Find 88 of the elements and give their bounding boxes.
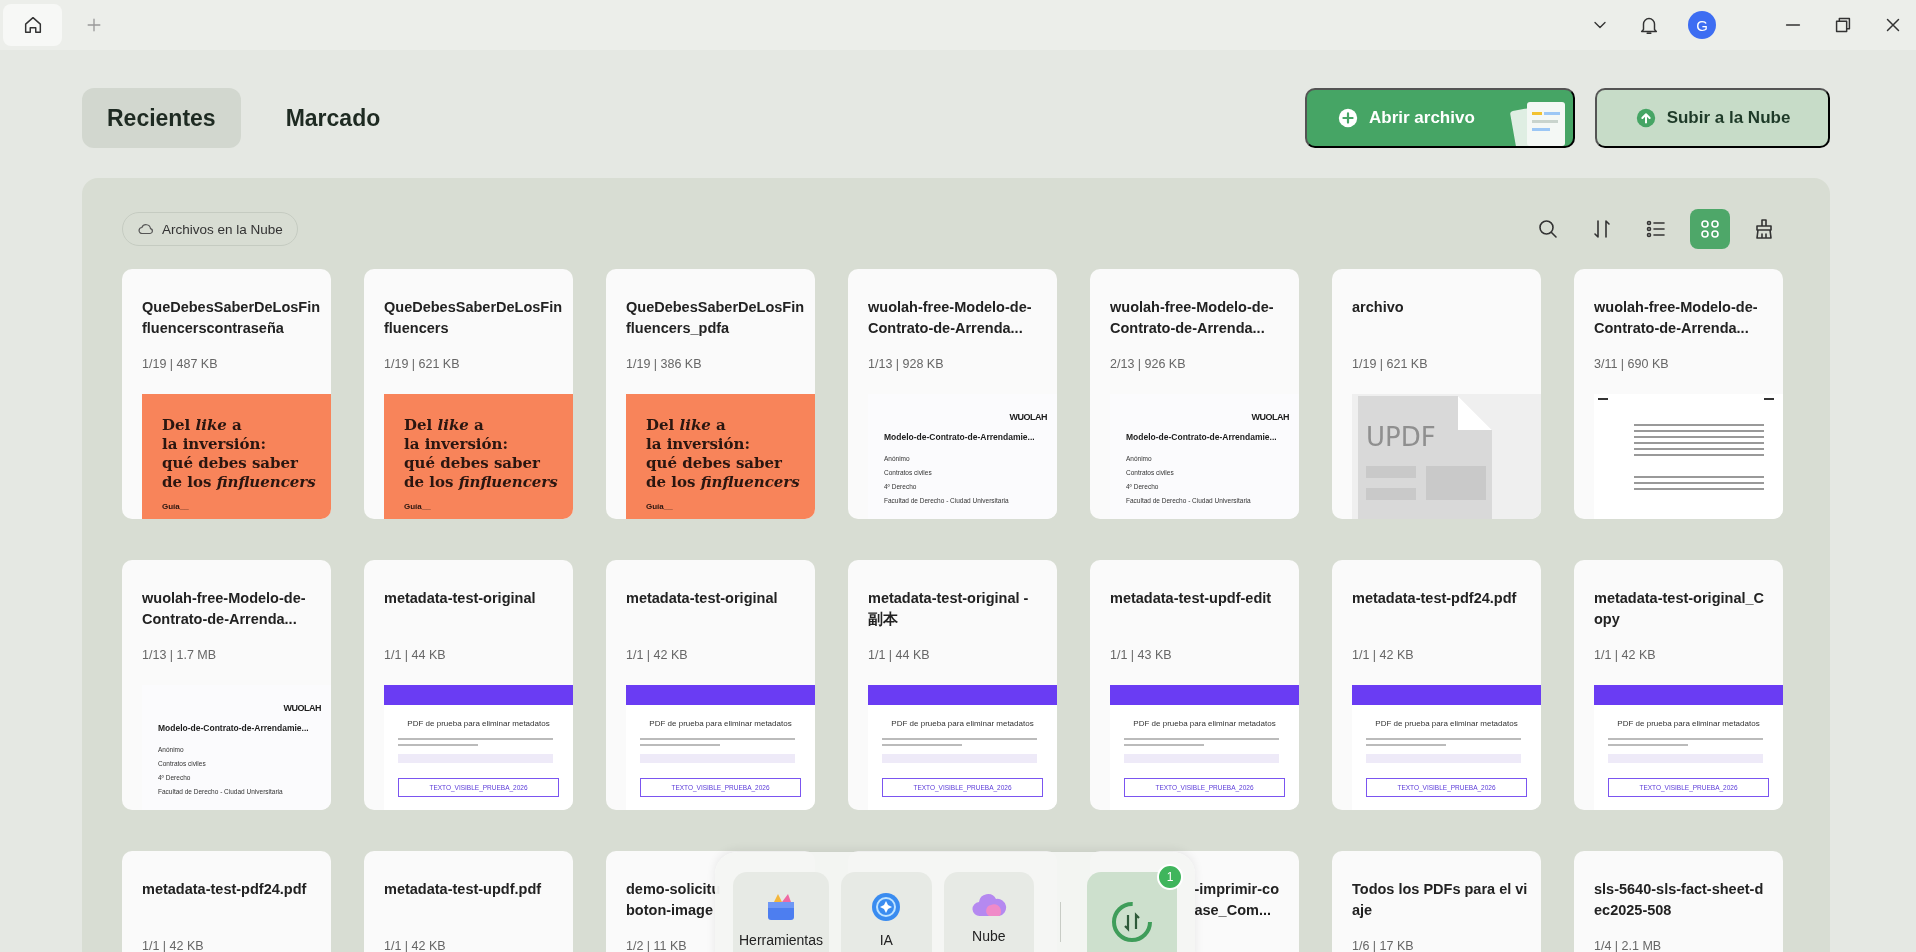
file-info: 1/1 | 42 KB [626, 648, 689, 664]
file-name: wuolah-free-Modelo-de- Contrato-de-Arrenda... [141, 589, 307, 629]
brand-logo-text: WUOLAH [1008, 412, 1047, 422]
file-name: QueDebesSaberDeLosFin fluencerscontraseña [141, 298, 322, 338]
file-card[interactable]: QueDebesSaberDeLosFin fluencers 1/19 | 621 KB Del like a la inversión: qué debes saber de los finfluencers Guía__ [364, 269, 573, 519]
cover-text: de los finfluencers [162, 473, 315, 492]
cover-text: de los finfluencers [646, 473, 799, 492]
grid-view-button[interactable] [1690, 209, 1730, 249]
file-name: QueDebesSaberDeLosFin fluencers_pdfa [625, 298, 806, 338]
file-name: wuolah-free-Modelo-de- Contrato-de-Arrenda... [1109, 298, 1275, 338]
brand-logo-text: WUOLAH [1250, 412, 1289, 422]
file-info: 1/1 | 44 KB [384, 648, 447, 664]
file-name: metadata-test-original [625, 589, 779, 608]
file-name: sls-5640-sls-fact-sheet-d ec2025-508 [1593, 880, 1765, 920]
file-name: Todos los PDFs para el vi aje [1351, 880, 1529, 920]
file-info: 1/1 | 43 KB [1110, 648, 1173, 664]
document-heading: PDF de prueba para eliminar metadatos [406, 719, 551, 728]
file-name: metadata-test-updf.pdf [383, 880, 543, 899]
file-info: 1/1 | 42 KB [1594, 648, 1657, 664]
file-info: 1/19 | 621 KB [1352, 357, 1429, 373]
cover-text: la inversión: [404, 435, 509, 454]
file-info: 1/1 | 44 KB [868, 648, 931, 664]
file-card[interactable]: sls-5640-sls-fact-sheet-d ec2025-508 1/4 | 2.1 MB [1574, 851, 1783, 952]
file-info: 1/1 | 42 KB [1352, 648, 1415, 664]
cover-text: Del like a [404, 416, 485, 435]
file-card[interactable]: QueDebesSaberDeLosFin fluencerscontraseña 1/19 | 487 KB Del like a la inversión: qué debes saber de los finfluencers Guía__ [122, 269, 331, 519]
cover-footer: Guía__ [646, 502, 799, 511]
document-heading: PDF de prueba para eliminar metadatos [1132, 719, 1277, 728]
document-heading: Modelo-de-Contrato-de-Arrendamie... [1126, 432, 1278, 443]
file-info: 3/11 | 690 KB [1594, 357, 1670, 373]
file-info: 2/13 | 926 KB [1110, 357, 1187, 373]
upload-cloud-button[interactable]: Subir a la Nube [1595, 88, 1830, 148]
file-name: QueDebesSaberDeLosFin fluencers [383, 298, 564, 338]
cover-text: la inversión: [646, 435, 751, 454]
file-info: 1/1 | 42 KB [142, 939, 205, 952]
home-tab[interactable] [3, 4, 62, 46]
file-info: 1/4 | 2.1 MB [1594, 939, 1663, 952]
file-card[interactable]: metadata-test-updf.pdf 1/1 | 42 KB [364, 851, 573, 952]
file-name: wuolah-free-Modelo-de- Contrato-de-Arrenda... [1593, 298, 1759, 338]
cover-text: de los finfluencers [404, 473, 557, 492]
cover-text: Del like a [162, 416, 243, 435]
file-card[interactable]: QueDebesSaberDeLosFin fluencers_pdfa 1/19 | 386 KB Del like a la inversión: qué debes saber de los finfluencers Guía__ [606, 269, 815, 519]
cloud-button[interactable]: Nube [943, 872, 1035, 952]
ai-button[interactable]: IA [841, 872, 932, 952]
view-tab[interactable]: Marcado [260, 88, 406, 148]
file-info: 1/13 | 928 KB [868, 357, 945, 373]
file-name: archivo [1351, 298, 1405, 317]
file-name: -imprimir-co ase_Com... [1194, 880, 1279, 920]
document-heading: Modelo-de-Contrato-de-Arrendamie... [158, 723, 310, 734]
file-card[interactable]: metadata-test-pdf24.pdf 1/1 | 42 KB [122, 851, 331, 952]
cover-text: qué debes saber [646, 454, 783, 473]
file-name: demo-solicitu boton-image [626, 880, 721, 920]
document-heading: PDF de prueba para eliminar metadatos [890, 719, 1035, 728]
cover-text: la inversión: [162, 435, 267, 454]
file-name: metadata-test-original_C opy [1593, 589, 1765, 629]
file-info: 1/6 | 17 KB [1352, 939, 1415, 952]
plus-circle-icon [1337, 107, 1359, 129]
brand-logo-text: WUOLAH [282, 703, 321, 713]
view-tab[interactable]: Recientes [82, 88, 241, 148]
cover-footer: Guía__ [404, 502, 557, 511]
file-info: 1/19 | 621 KB [384, 357, 461, 373]
file-info: 1/19 | 386 KB [626, 357, 703, 373]
grid-icon[interactable] [1698, 217, 1722, 241]
notification-badge: 1 [1157, 864, 1183, 890]
document-heading: PDF de prueba para eliminar metadatos [648, 719, 793, 728]
document-heading: PDF de prueba para eliminar metadatos [1374, 719, 1519, 728]
file-card[interactable]: archivo 1/19 | 621 KB UPDF [1332, 269, 1541, 519]
file-name: metadata-test-updf-edit [1109, 589, 1273, 608]
tools-button[interactable]: Herramientas [733, 872, 830, 952]
file-info: 1/13 | 1.7 MB [142, 648, 218, 664]
file-info: 1/19 | 487 KB [142, 357, 219, 373]
cover-text: qué debes saber [404, 454, 541, 473]
file-name: metadata-test-pdf24.pdf [1351, 589, 1518, 608]
document-heading: PDF de prueba para eliminar metadatos [1616, 719, 1761, 728]
file-info: 1/1 | 42 KB [384, 939, 447, 952]
cover-footer: Guía__ [162, 502, 315, 511]
cover-text: Del like a [646, 416, 727, 435]
file-name: metadata-test-original - 副本 [867, 589, 1030, 629]
cover-text: qué debes saber [162, 454, 299, 473]
document-heading: Modelo-de-Contrato-de-Arrendamie... [884, 432, 1036, 443]
file-card[interactable]: Todos los PDFs para el vi aje 1/6 | 17 KB [1332, 851, 1541, 952]
file-name: metadata-test-pdf24.pdf [141, 880, 308, 899]
user-avatar[interactable]: G [1688, 11, 1716, 39]
sync-icon [1109, 899, 1155, 945]
file-card[interactable]: wuolah-free-Modelo-de- Contrato-de-Arrenda... 3/11 | 690 KB [1574, 269, 1783, 519]
file-name: metadata-test-original [383, 589, 537, 608]
file-name: wuolah-free-Modelo-de- Contrato-de-Arrenda... [867, 298, 1033, 338]
search-icon[interactable] [1536, 217, 1560, 241]
